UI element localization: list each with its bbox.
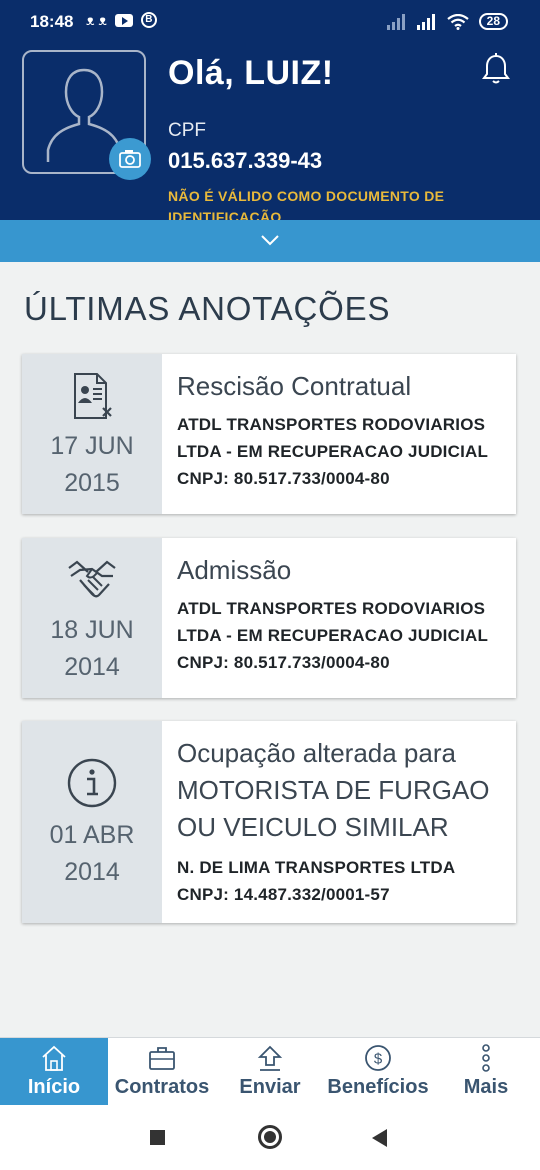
annotation-content: Ocupação alterada para MOTORISTA DE FURG…: [177, 735, 506, 908]
document-x-icon: [74, 373, 112, 419]
annotation-date-year: 2015: [64, 469, 120, 497]
system-icons: 28: [386, 13, 508, 30]
back-button[interactable]: [372, 1129, 387, 1147]
annotation-title: Admissão: [177, 555, 292, 585]
annotation-cnpj: CNPJ: 80.517.733/0004-80: [177, 469, 390, 488]
recents-button[interactable]: [150, 1130, 165, 1145]
info-icon: [67, 758, 117, 808]
annotation-date-year: 2014: [64, 653, 120, 681]
home-button[interactable]: [258, 1125, 282, 1149]
nav-enviar[interactable]: Enviar: [216, 1038, 324, 1106]
annotation-cnpj: CNPJ: 80.517.733/0004-80: [177, 653, 390, 672]
upload-icon: [257, 1045, 283, 1071]
profile-header: Olá, LUIZ! CPF 015.637.339-43 NÃO É VÁLI…: [0, 44, 540, 220]
annotation-date-year: 2014: [64, 858, 120, 886]
nav-beneficios[interactable]: $ Benefícios: [324, 1038, 432, 1106]
nav-label: Benefícios: [327, 1076, 429, 1098]
notification-icons: ᴥ ᴥ B: [86, 12, 157, 28]
nav-label: Mais: [463, 1076, 509, 1098]
cpf-value: 015.637.339-43: [168, 148, 323, 173]
annotation-date-day: 18 JUN: [50, 616, 134, 644]
annotation-company-line: LTDA - EM RECUPERACAO JUDICIAL: [177, 442, 489, 461]
annotation-card[interactable]: 17 JUN 2015 Rescisão Contratual ATDL TRA…: [22, 354, 516, 514]
annotation-card[interactable]: 18 JUN 2014 Admissão ATDL TRANSPORTES RO…: [22, 538, 516, 698]
annotation-content: Admissão ATDL TRANSPORTES RODOVIARIOS LT…: [177, 552, 506, 676]
camera-icon: [119, 150, 141, 168]
status-bar: 18:48 ᴥ ᴥ B 28: [0, 0, 540, 44]
chevron-down-icon: [261, 235, 279, 246]
handshake-icon: [68, 560, 116, 598]
section-title: ÚLTIMAS ANOTAÇÕES: [24, 290, 391, 327]
svg-text:$: $: [374, 1051, 383, 1068]
annotation-date-day: 01 ABR: [49, 821, 135, 849]
greeting: Olá, LUIZ!: [168, 54, 334, 92]
system-navigation-bar: [0, 1105, 540, 1170]
nav-inicio[interactable]: Início: [0, 1038, 108, 1106]
annotation-title: Rescisão Contratual: [177, 371, 412, 401]
b-badge-icon: B: [140, 12, 157, 28]
nav-label: Início: [27, 1076, 81, 1098]
annotation-cnpj: CNPJ: 14.487.332/0001-57: [177, 885, 390, 904]
annotation-date-panel: 18 JUN 2014: [22, 538, 162, 698]
signal-icon: [416, 13, 435, 30]
annotation-date-day: 17 JUN: [50, 432, 134, 460]
youtube-icon: [114, 13, 133, 27]
annotation-company-line: N. DE LIMA TRANSPORTES LTDA: [177, 858, 456, 877]
annotation-title: OU VEICULO SIMILAR: [177, 812, 449, 842]
briefcase-icon: [149, 1047, 175, 1070]
annotation-content: Rescisão Contratual ATDL TRANSPORTES ROD…: [177, 368, 506, 492]
notification-glyphs: ᴥ ᴥ: [86, 12, 107, 28]
annotation-company-line: ATDL TRANSPORTES RODOVIARIOS: [177, 599, 486, 618]
annotation-date-panel: 17 JUN 2015: [22, 354, 162, 514]
annotation-title: Ocupação alterada para: [177, 738, 456, 768]
bell-icon: [482, 53, 510, 84]
nav-mais[interactable]: Mais: [432, 1038, 540, 1106]
expand-header-button[interactable]: [0, 220, 540, 262]
annotation-card[interactable]: 01 ABR 2014 Ocupação alterada para MOTOR…: [22, 721, 516, 923]
battery-indicator: 28: [478, 13, 508, 30]
bottom-navigation: Início Contratos Enviar $ Benefícios Mai…: [0, 1037, 540, 1106]
wifi-icon: [446, 13, 469, 30]
annotation-date-panel: 01 ABR 2014: [22, 721, 162, 923]
annotation-company-line: LTDA - EM RECUPERACAO JUDICIAL: [177, 626, 489, 645]
annotation-title: MOTORISTA DE FURGAO: [177, 775, 490, 805]
annotation-company-line: ATDL TRANSPORTES RODOVIARIOS: [177, 415, 486, 434]
more-icon: [482, 1044, 490, 1072]
cpf-label: CPF: [168, 120, 206, 141]
nav-label: Contratos: [114, 1076, 210, 1098]
signal-weak-icon: [386, 13, 405, 30]
nav-contratos[interactable]: Contratos: [108, 1038, 216, 1106]
nav-label: Enviar: [239, 1076, 301, 1098]
dollar-icon: $: [365, 1045, 391, 1071]
invalid-document-warning: NÃO É VÁLIDO COMO DOCUMENTO DE IDENTIFIC…: [168, 188, 445, 220]
notifications-button[interactable]: [480, 52, 512, 86]
clock: 18:48: [30, 12, 74, 31]
home-icon: [42, 1045, 66, 1071]
change-photo-button[interactable]: [109, 138, 151, 180]
